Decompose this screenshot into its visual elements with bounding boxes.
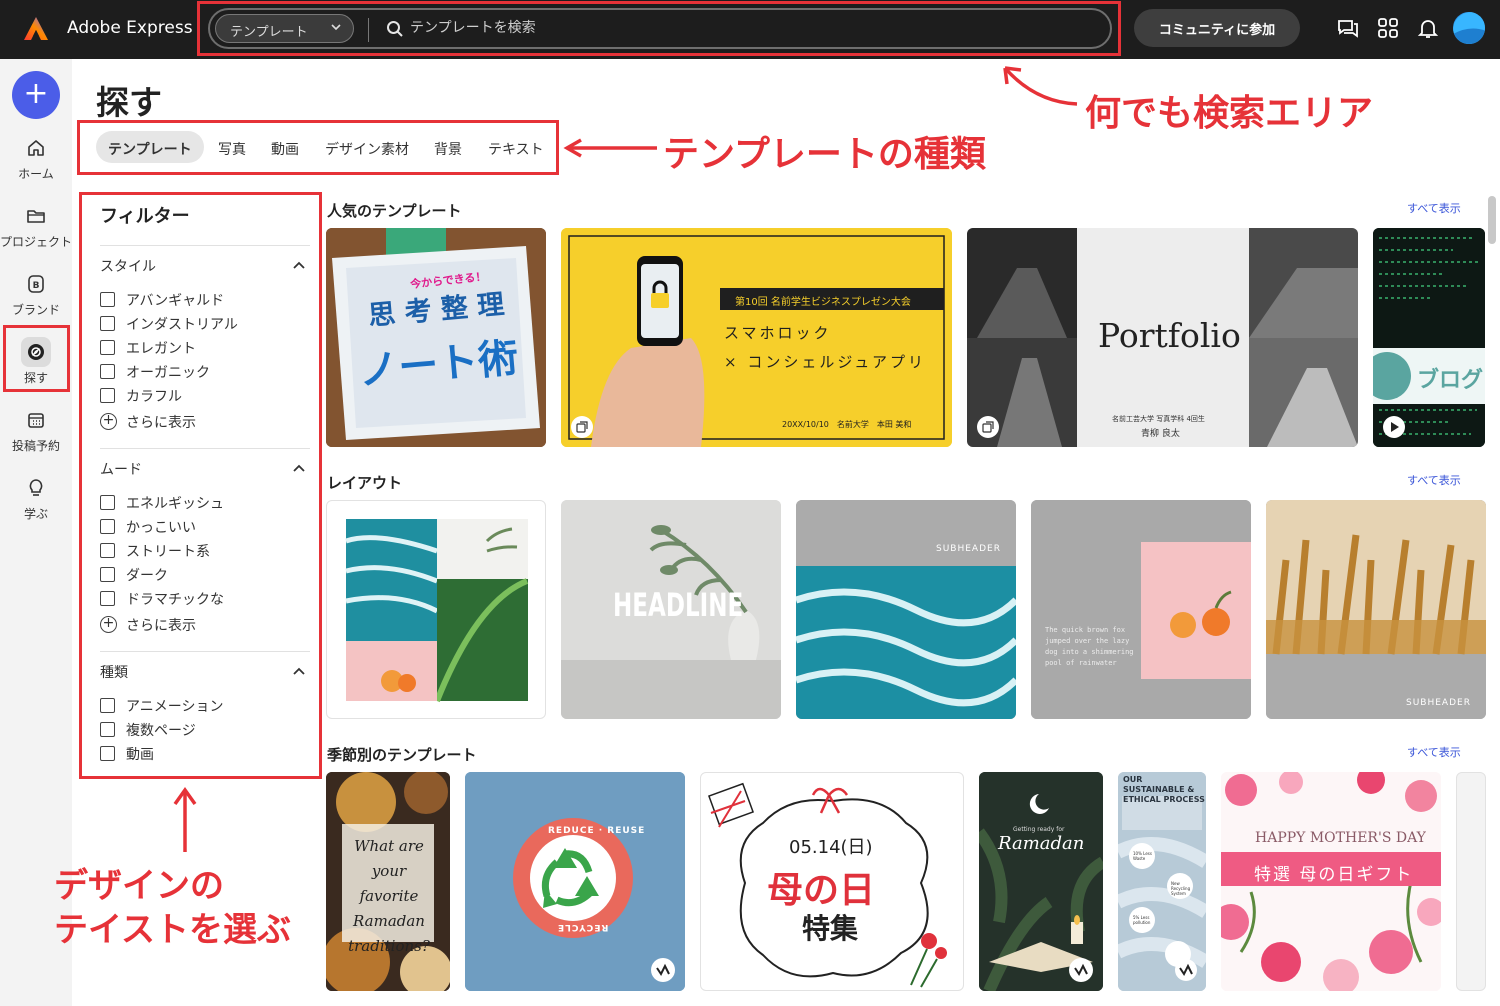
- layout-card[interactable]: SUBHEADER: [1266, 500, 1486, 719]
- template-card[interactable]: Portfolio 名前工芸大学 写真学科 4回生 青柳 良太: [967, 228, 1358, 447]
- template-card[interactable]: Getting ready for Ramadan: [979, 772, 1103, 991]
- annotation-arrow-icon: [173, 786, 197, 852]
- svg-text:B: B: [33, 281, 40, 291]
- multipage-icon: [571, 416, 593, 438]
- scrollbar[interactable]: [1488, 196, 1496, 244]
- chat-icon[interactable]: [1336, 16, 1360, 40]
- rail-item-projects[interactable]: プロジェクト: [0, 206, 72, 266]
- card-text: SUBHEADER: [936, 544, 1001, 554]
- rail-label-home: ホーム: [18, 167, 54, 181]
- folder-icon: [27, 210, 45, 223]
- apps-grid-icon[interactable]: [1376, 16, 1400, 40]
- template-card[interactable]: OUR SUSTAINABLE & ETHICAL PROCESS 10% Le…: [1118, 772, 1206, 991]
- brand-icon: B: [28, 275, 44, 293]
- template-card[interactable]: REDUCE · REUSE RECYCLE: [465, 772, 685, 991]
- card-text: × コンシェルジュアプリ: [724, 353, 926, 371]
- adobe-express-logo[interactable]: [22, 15, 50, 43]
- annotation-filter-label-1: デザインの: [54, 866, 224, 906]
- card-text: 05.14(日): [789, 837, 873, 858]
- bell-icon[interactable]: [1416, 16, 1440, 40]
- card-text: スマホロック: [724, 324, 832, 342]
- card-text: HAPPY MOTHER'S DAY: [1255, 830, 1426, 846]
- annotation-tabs-label: テンプレートの種類: [663, 134, 986, 175]
- card-text: 青柳 良太: [1141, 429, 1180, 439]
- annotation-search-label: 何でも検索エリア: [1085, 93, 1374, 134]
- see-all-link[interactable]: すべて表示: [1407, 744, 1461, 760]
- card-text: 特選 母の日ギフト: [1254, 865, 1414, 885]
- play-icon: [1383, 416, 1405, 438]
- see-all-link[interactable]: すべて表示: [1407, 200, 1461, 216]
- calendar-icon: [28, 413, 44, 428]
- card-text: The quick brown fox jumped over the lazy…: [1045, 626, 1134, 667]
- card-text: OUR SUSTAINABLE & ETHICAL PROCESS: [1123, 775, 1205, 804]
- card-text: 第10回 名前学生ビジネスプレゼン大会: [735, 297, 911, 308]
- layout-card[interactable]: HEADLINE: [561, 500, 781, 719]
- template-card[interactable]: 第10回 名前学生ビジネスプレゼン大会 スマホロック × コンシェルジュアプリ …: [561, 228, 952, 447]
- section-title-popular: 人気のテンプレート: [327, 202, 462, 220]
- card-text: What are your favorite Ramadan tradition…: [348, 837, 430, 955]
- multipage-icon: [977, 416, 999, 438]
- card-text: 名前工芸大学 写真学科 4回生: [1112, 415, 1205, 423]
- annotation-search-frame: [197, 1, 1121, 56]
- lightbulb-icon: [29, 479, 43, 496]
- card-text: 5% Less pollution: [1133, 915, 1151, 925]
- layout-thumbnail: [345, 519, 529, 703]
- layout-card[interactable]: SUBHEADER: [796, 500, 1016, 719]
- layout-thumbnail: [796, 500, 1016, 719]
- card-text: Portfolio: [1098, 316, 1241, 355]
- card-text: 母の日: [767, 870, 876, 911]
- card-text: New Recycling System: [1171, 881, 1191, 896]
- rail-label-brand: ブランド: [11, 303, 60, 317]
- rail-item-learn[interactable]: 学ぶ: [0, 478, 72, 538]
- avatar[interactable]: [1451, 10, 1487, 46]
- section-title-seasonal: 季節別のテンプレート: [327, 746, 477, 764]
- card-text: 特集: [802, 912, 859, 945]
- app-name: Adobe Express: [67, 18, 193, 38]
- layout-card[interactable]: The quick brown fox jumped over the lazy…: [1031, 500, 1251, 719]
- card-text: RECYCLE: [557, 922, 609, 932]
- join-community-button[interactable]: コミュニティに参加: [1134, 9, 1300, 47]
- annotation-arrow-icon: [1003, 66, 1078, 106]
- template-card[interactable]: ブログ: [1373, 228, 1485, 447]
- card-text: SUBHEADER: [1406, 698, 1471, 708]
- template-card[interactable]: What are your favorite Ramadan tradition…: [326, 772, 450, 991]
- annotation-tabs-frame: [77, 120, 559, 175]
- section-title-layout: レイアウト: [327, 474, 403, 492]
- annotation-filter-frame: [79, 192, 322, 779]
- layout-card[interactable]: [326, 500, 546, 719]
- rail-label-projects: プロジェクト: [0, 235, 73, 249]
- top-bar: Adobe Express テンプレート コミュニティに参加: [0, 0, 1500, 59]
- card-text: REDUCE · REUSE: [548, 826, 646, 836]
- template-thumbnail: [979, 772, 1103, 991]
- annotation-filter-label-2: テイストを選ぶ: [54, 910, 291, 950]
- layout-thumbnail: [1031, 500, 1251, 719]
- template-card[interactable]: 05.14(日) 母の日 特集: [700, 772, 964, 991]
- annotation-rail-frame: [3, 325, 70, 392]
- template-thumbnail: [1373, 228, 1485, 447]
- rail-label-schedule: 投稿予約: [11, 439, 60, 453]
- rail-item-schedule[interactable]: 投稿予約: [0, 410, 72, 470]
- card-text: Getting ready for: [1013, 826, 1065, 833]
- card-text: 10% Less Waste: [1133, 851, 1152, 861]
- see-all-link[interactable]: すべて表示: [1407, 472, 1461, 488]
- layout-thumbnail: [1266, 500, 1486, 719]
- template-card[interactable]: HAPPY MOTHER'S DAY 特選 母の日ギフト: [1221, 772, 1441, 991]
- template-thumbnail: [465, 772, 685, 991]
- create-button[interactable]: +: [12, 71, 60, 119]
- card-text: Ramadan: [998, 833, 1085, 854]
- template-card[interactable]: 今からできる！ 思 考 整 理 ノート術: [326, 228, 546, 447]
- page-title: 探す: [96, 83, 162, 122]
- rail-item-home[interactable]: ホーム: [0, 138, 72, 198]
- rail-label-learn: 学ぶ: [23, 507, 48, 521]
- annotation-arrow-icon: [563, 138, 657, 158]
- card-text: HEADLINE: [613, 586, 744, 624]
- card-text: ブログ: [1417, 368, 1484, 393]
- card-text: 20XX/10/10 名前大学 本田 美和: [782, 420, 912, 429]
- template-card[interactable]: [1456, 772, 1486, 991]
- home-icon: [28, 140, 44, 156]
